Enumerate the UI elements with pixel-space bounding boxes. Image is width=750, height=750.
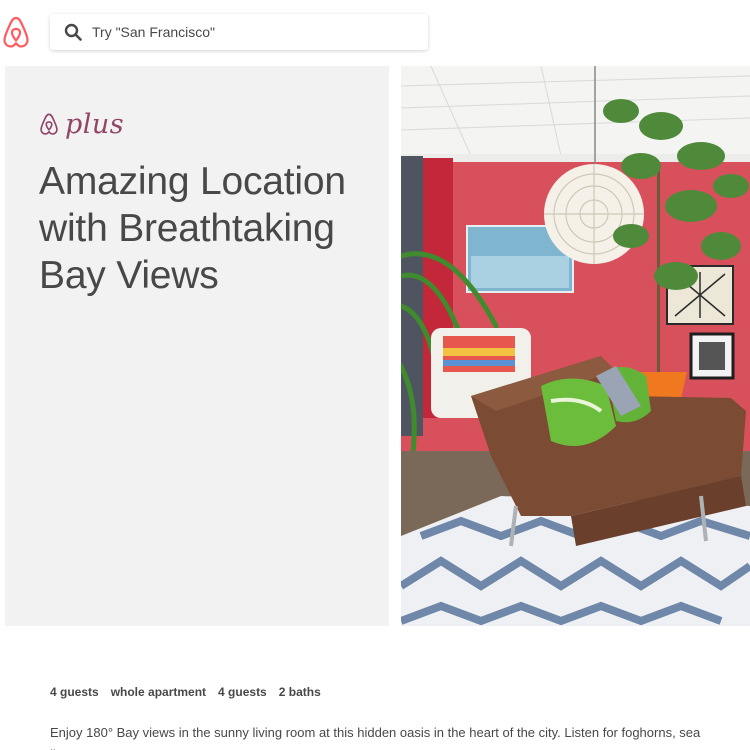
- listing-description: Enjoy 180° Bay views in the sunny living…: [50, 725, 701, 750]
- airbnb-plus-logo-icon: [39, 113, 59, 135]
- airbnb-logo-icon[interactable]: [2, 16, 30, 48]
- fact-guests-2: 4 guests: [218, 685, 267, 699]
- search-bar[interactable]: [50, 14, 428, 50]
- fact-type: whole apartment: [110, 685, 207, 699]
- plus-label: plus: [65, 108, 125, 140]
- page: plus Amazing Location with Breathtaking …: [0, 0, 750, 750]
- hero-text-panel: plus Amazing Location with Breathtaking …: [5, 66, 389, 626]
- page-title: Amazing Location with Breathtaking Bay V…: [39, 160, 346, 297]
- listing-facts: 4 guests whole apartment 4 guests 2 bath…: [50, 685, 321, 699]
- fact-baths: 2 baths: [278, 685, 321, 699]
- living-room-photo[interactable]: [401, 66, 750, 626]
- search-input[interactable]: [92, 18, 412, 46]
- plus-badge: plus: [39, 106, 124, 142]
- search-icon: [64, 23, 82, 41]
- fact-guests: 4 guests: [50, 685, 99, 699]
